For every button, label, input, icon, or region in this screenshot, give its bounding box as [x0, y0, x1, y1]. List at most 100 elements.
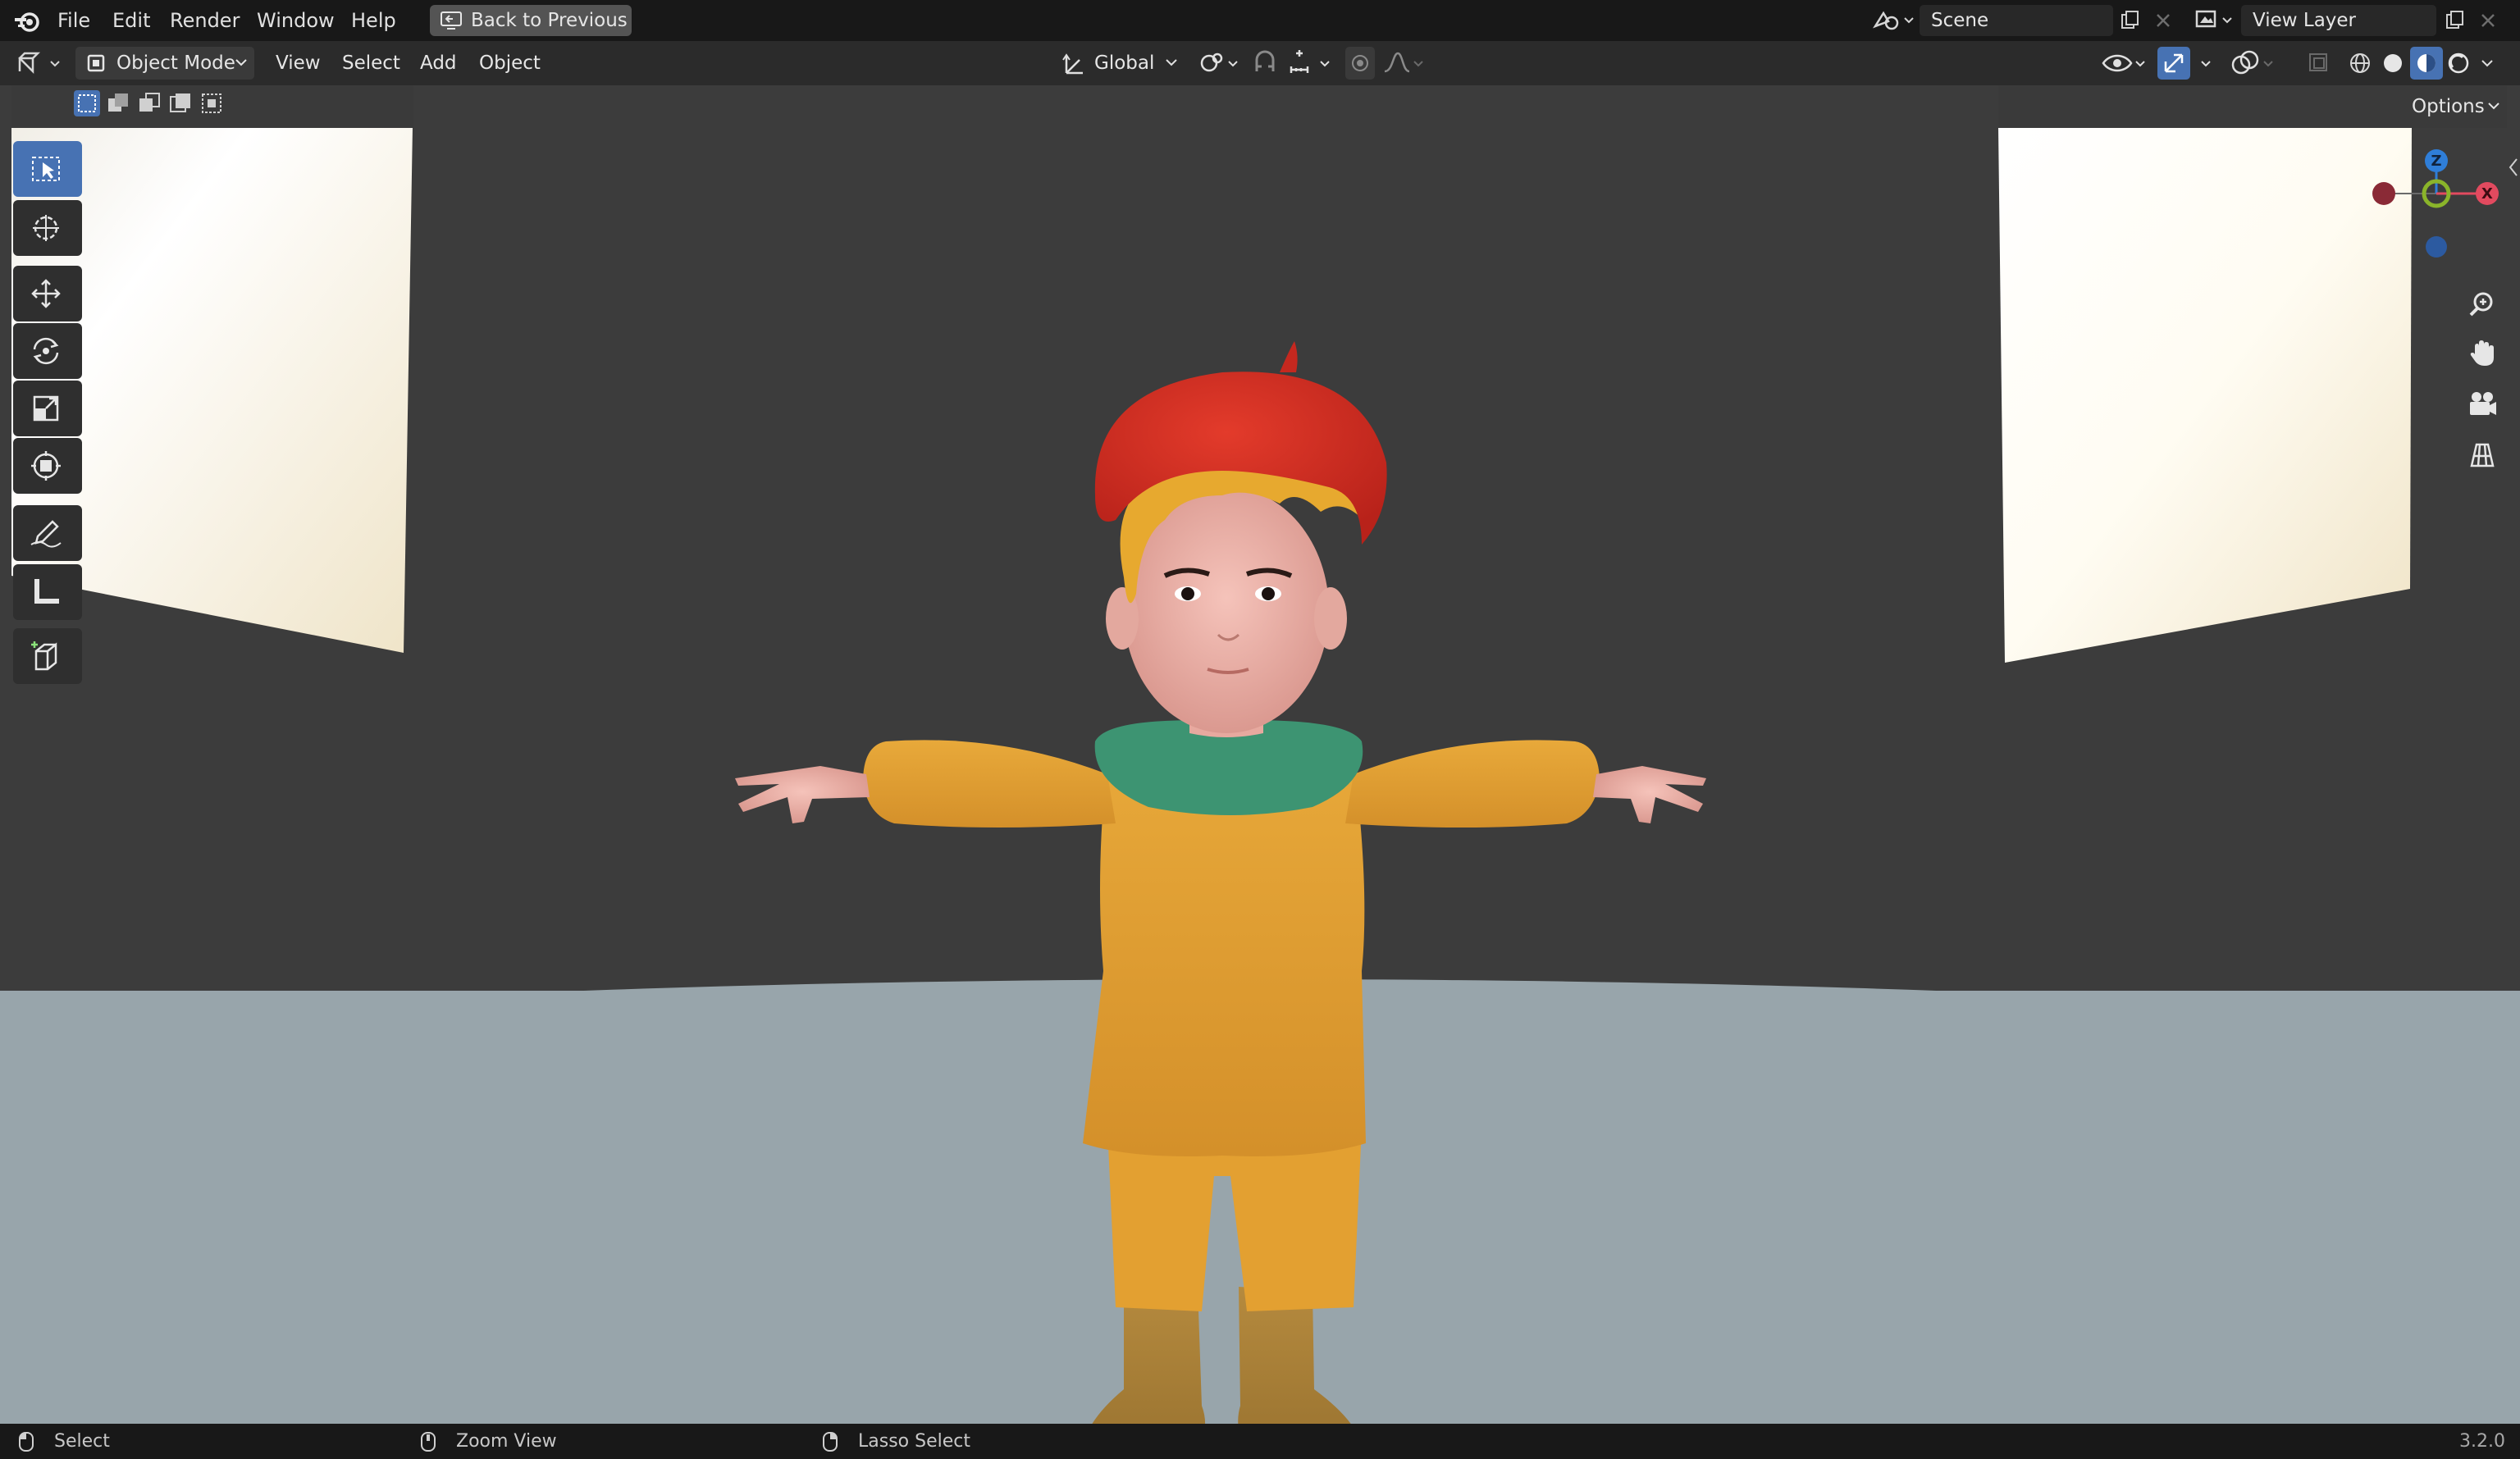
add-cube-icon: [31, 641, 57, 671]
options-dropdown[interactable]: Options: [2404, 85, 2507, 128]
view-layer-name: View Layer: [2253, 10, 2357, 31]
select-extend-mode[interactable]: [105, 90, 131, 116]
overlays-icon[interactable]: [2230, 48, 2277, 78]
scale-icon: [33, 395, 59, 422]
editor-type-icon[interactable]: [15, 50, 66, 76]
proportional-falloff-icon[interactable]: [1381, 48, 1427, 78]
view-layer-icon[interactable]: [2194, 8, 2236, 33]
tool-move[interactable]: [13, 266, 82, 321]
select-extend-icon: [108, 93, 128, 112]
show-gizmo-button[interactable]: [2157, 47, 2190, 80]
options-label: Options: [2412, 96, 2485, 117]
select-box-icon: [32, 157, 60, 181]
tool-cursor[interactable]: [13, 200, 82, 256]
sidebar-toggle-icon[interactable]: [2507, 156, 2520, 179]
transform-icon: [31, 451, 61, 481]
tool-transform[interactable]: [13, 438, 82, 494]
gizmo-arrow-icon: [2164, 53, 2184, 73]
menu-help[interactable]: Help: [351, 0, 396, 41]
solid-shading-icon[interactable]: [2381, 51, 2405, 75]
wireframe-shading-icon[interactable]: [2348, 51, 2372, 75]
object-mode-label: Object Mode: [116, 52, 235, 74]
select-invert-icon: [170, 93, 190, 112]
tool-scale[interactable]: [13, 381, 82, 436]
select-intersect-icon: [202, 93, 221, 113]
zoom-magnifier-icon: [2469, 292, 2493, 317]
gizmo-z-label: Z: [2431, 153, 2441, 170]
character-model[interactable]: [722, 249, 1805, 1424]
snap-toggle-icon[interactable]: [1250, 48, 1280, 78]
remove-scene-icon[interactable]: [2154, 11, 2172, 30]
header-menu-select[interactable]: Select: [342, 47, 400, 80]
annotate-pencil-icon: [30, 520, 62, 548]
move-icon: [31, 279, 61, 308]
pivot-point-icon[interactable]: [1196, 48, 1242, 78]
screen-back-icon: [441, 11, 462, 30]
status-select: Select: [54, 1431, 110, 1452]
chevron-down-icon: [235, 59, 247, 66]
zoom-view-button[interactable]: [2460, 282, 2503, 325]
view-layer-name-field[interactable]: View Layer: [2241, 5, 2436, 36]
transform-orientation-dropdown[interactable]: Global: [1053, 47, 1185, 80]
blender-logo-icon[interactable]: [13, 10, 43, 33]
scene-name-field[interactable]: Scene: [1920, 5, 2113, 36]
header-menu-add[interactable]: Add: [420, 47, 457, 80]
new-view-layer-icon[interactable]: [2445, 10, 2466, 31]
blender-version: 3.2.0: [2459, 1431, 2505, 1452]
new-scene-icon[interactable]: [2120, 10, 2141, 31]
mouse-left-icon: [19, 1432, 34, 1452]
status-bar: Select Zoom View Lasso Select 3.2.0: [0, 1424, 2520, 1459]
header-menu-object[interactable]: Object: [479, 47, 541, 80]
scene-type-icon[interactable]: [1872, 8, 1915, 33]
3d-viewport[interactable]: Options Z X: [0, 85, 2520, 1424]
visibility-eye-icon[interactable]: [2100, 48, 2148, 78]
rendered-shading-icon[interactable]: [2446, 51, 2471, 75]
select-new-icon: [78, 94, 96, 112]
gizmo-x-label: X: [2481, 185, 2493, 203]
material-preview-shading-button[interactable]: [2410, 47, 2443, 80]
back-to-previous-button[interactable]: Back to Previous: [430, 5, 632, 36]
snap-increment-icon[interactable]: [1286, 48, 1337, 78]
hand-pan-icon: [2470, 340, 2494, 366]
status-lasso-select: Lasso Select: [858, 1431, 970, 1452]
select-invert-mode[interactable]: [167, 90, 194, 116]
header-menu-view[interactable]: View: [276, 47, 321, 80]
menu-render[interactable]: Render: [170, 0, 240, 41]
remove-view-layer-icon[interactable]: [2479, 11, 2497, 30]
menu-edit[interactable]: Edit: [112, 0, 150, 41]
chevron-down-icon: [2488, 103, 2499, 110]
proportional-editing-icon: [1352, 55, 1368, 71]
object-mode-dropdown[interactable]: Object Mode: [75, 47, 254, 80]
navigation-gizmo[interactable]: Z X: [2362, 143, 2502, 258]
object-mode-icon: [87, 54, 105, 72]
select-new-mode[interactable]: [74, 90, 100, 116]
top-menu-bar: File Edit Render Window Help Back to Pre…: [0, 0, 2520, 41]
transform-orientation-icon: [1062, 53, 1083, 75]
camera-view-button[interactable]: [2460, 382, 2503, 425]
tool-select-box[interactable]: [13, 141, 82, 197]
tool-rotate[interactable]: [13, 323, 82, 379]
gizmo-dropdown-icon[interactable]: [2195, 48, 2220, 78]
tool-measure[interactable]: [13, 564, 82, 620]
select-intersect-mode[interactable]: [199, 90, 225, 116]
pan-view-button[interactable]: [2460, 331, 2503, 374]
status-zoom-view: Zoom View: [456, 1431, 557, 1452]
ortho-view-button[interactable]: [2460, 433, 2503, 476]
menu-window[interactable]: Window: [257, 0, 335, 41]
shading-dropdown-icon[interactable]: [2476, 51, 2500, 75]
camera-icon: [2470, 392, 2496, 415]
gizmo-neg-z-icon[interactable]: [2426, 236, 2447, 258]
xray-toggle-icon[interactable]: [2307, 51, 2331, 75]
grid-perspective-icon: [2470, 443, 2495, 467]
viewport-header: Object Mode View Select Add Object Globa…: [0, 41, 2520, 85]
gizmo-neg-x-icon[interactable]: [2372, 182, 2395, 205]
select-subtract-icon: [139, 93, 160, 112]
transform-orientation-label: Global: [1094, 52, 1155, 74]
proportional-editing-button[interactable]: [1345, 47, 1375, 80]
rotate-icon: [33, 337, 59, 365]
material-preview-icon: [2417, 54, 2436, 72]
menu-file[interactable]: File: [57, 0, 90, 41]
select-subtract-mode[interactable]: [136, 90, 162, 116]
tool-add-cube[interactable]: [13, 628, 82, 684]
tool-annotate[interactable]: [13, 505, 82, 561]
